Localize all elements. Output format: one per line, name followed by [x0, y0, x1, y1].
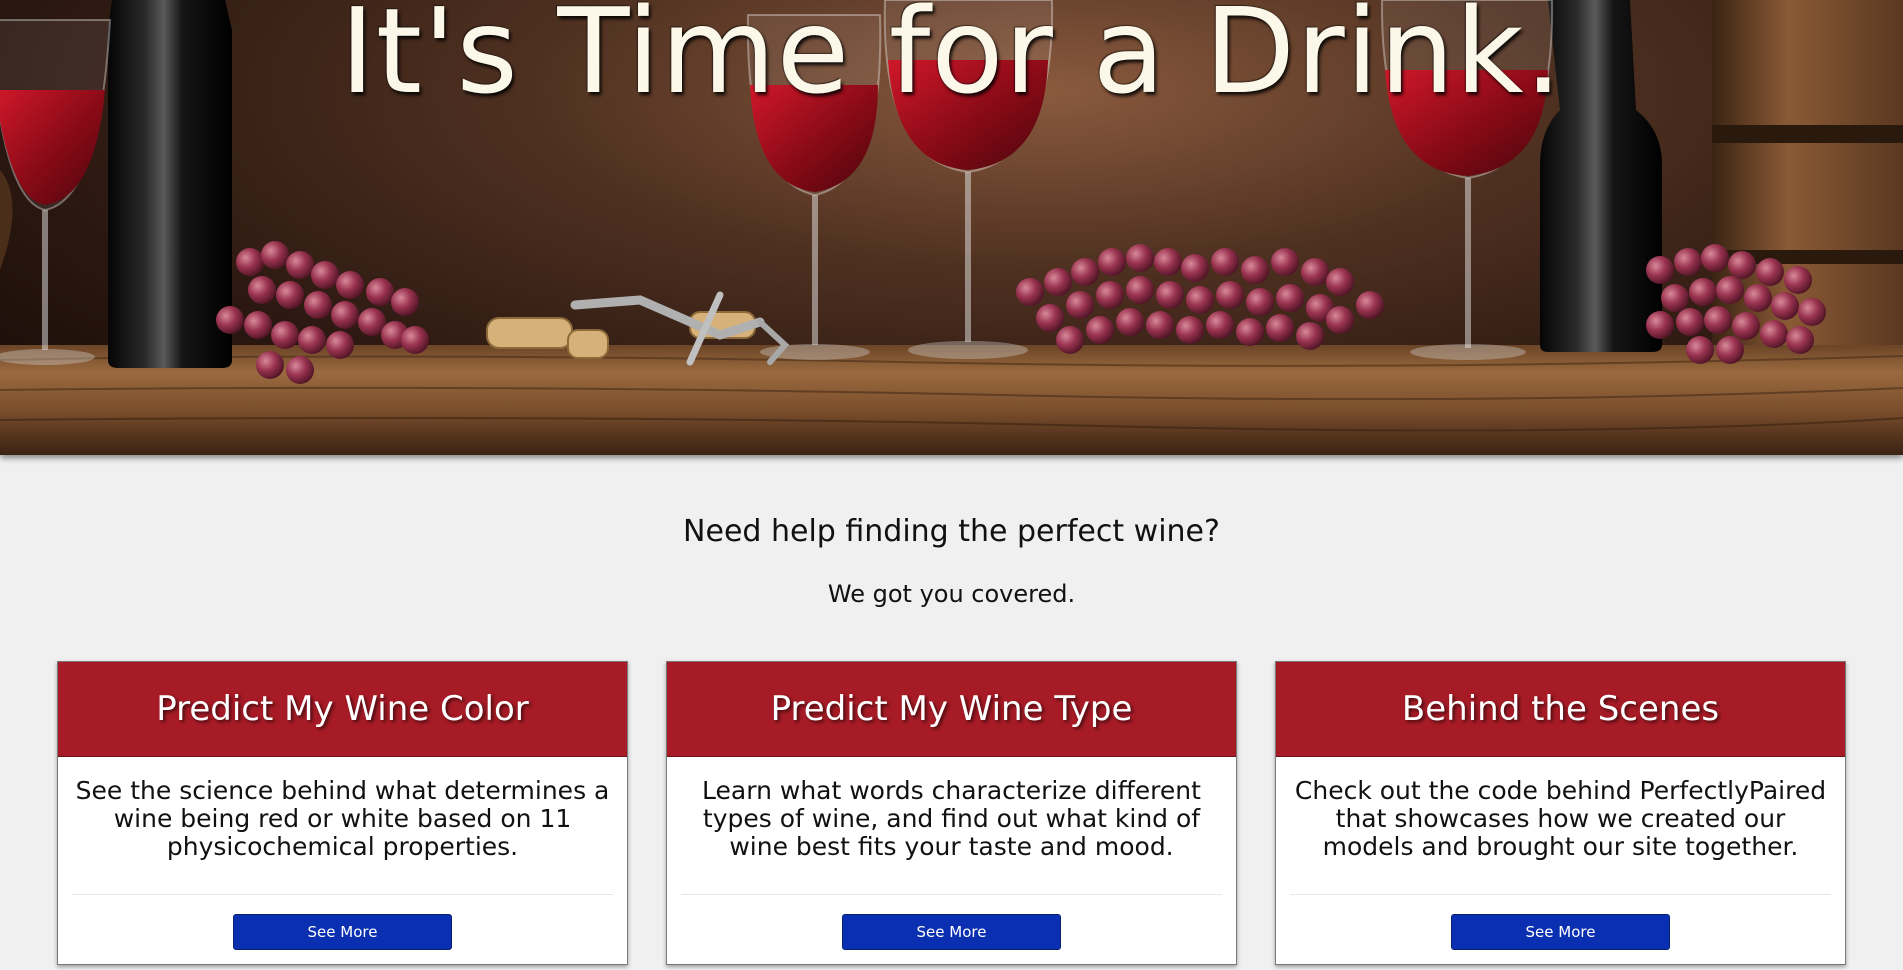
hero-title: It's Time for a Drink. — [339, 0, 1564, 120]
hero-banner: It's Time for a Drink. — [0, 0, 1903, 455]
card-predict-wine-type: Predict My Wine Type Learn what words ch… — [666, 661, 1237, 965]
card-footer: See More — [1276, 895, 1845, 950]
card-text: Check out the code behind PerfectlyPaire… — [1294, 776, 1827, 861]
intro-subheading: We got you covered. — [827, 580, 1076, 608]
intro-heading: Need help finding the perfect wine? — [683, 514, 1220, 549]
card-predict-wine-color: Predict My Wine Color See the science be… — [57, 661, 628, 965]
card-behind-the-scenes: Behind the Scenes Check out the code beh… — [1275, 661, 1846, 965]
card-title: Behind the Scenes — [1276, 662, 1845, 757]
card-text: See the science behind what determines a… — [75, 776, 610, 861]
card-footer: See More — [667, 895, 1236, 950]
card-text: Learn what words characterize different … — [702, 776, 1201, 861]
card-title: Predict My Wine Color — [58, 662, 627, 757]
see-more-button[interactable]: See More — [1451, 914, 1670, 950]
see-more-button[interactable]: See More — [233, 914, 452, 950]
card-footer: See More — [58, 895, 627, 950]
card-title: Predict My Wine Type — [667, 662, 1236, 757]
see-more-button[interactable]: See More — [842, 914, 1061, 950]
